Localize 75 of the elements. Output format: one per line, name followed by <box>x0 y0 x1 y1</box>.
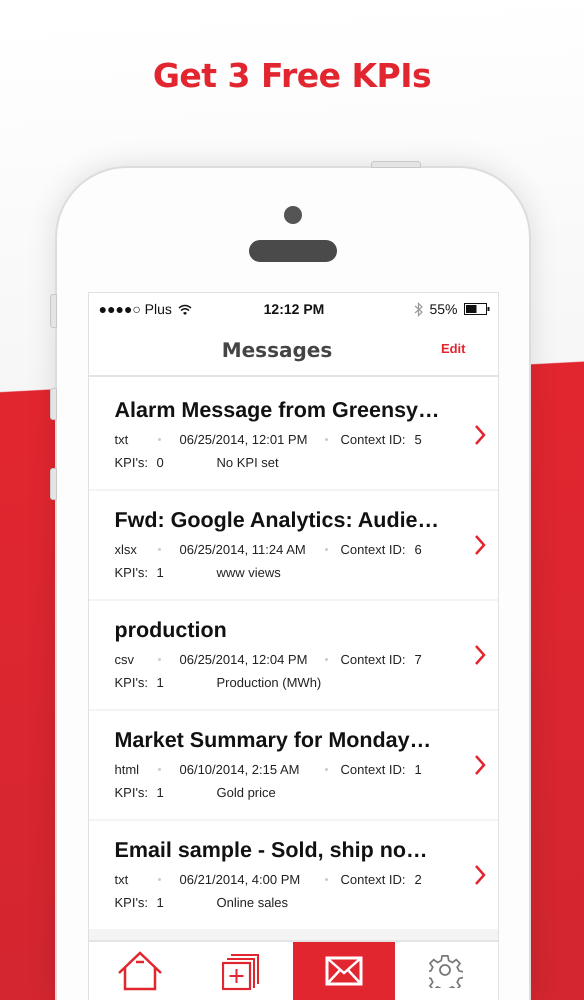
context-id: 7 <box>414 652 423 667</box>
context-id: 5 <box>414 432 423 447</box>
message-title: Market Summary for Monday… <box>114 726 432 752</box>
message-date: 06/25/2014, 11:24 AM <box>180 542 307 557</box>
kpi-label: KPI's: <box>114 785 150 800</box>
battery-percent: 55% <box>429 301 458 317</box>
file-type: html <box>114 762 140 777</box>
kpi-count: 1 <box>156 785 165 800</box>
context-id: 6 <box>414 542 423 557</box>
message-title: Alarm Message from Greensy… <box>114 396 441 422</box>
message-row[interactable]: Alarm Message from Greensy… txt 06/25/2014, 12:01 PM Context ID: 5 KPI's: 0 No KPI set <box>88 381 498 489</box>
context-id: 1 <box>414 762 423 777</box>
headline: Get 3 Free KPIs <box>152 56 432 96</box>
context-label: Context ID: <box>340 652 407 667</box>
file-type: txt <box>114 872 130 887</box>
wifi-icon <box>178 304 192 314</box>
message-date: 06/25/2014, 12:04 PM <box>180 652 308 667</box>
kpi-label: KPI's: <box>114 675 150 690</box>
kpi-name: No KPI set <box>216 455 280 470</box>
settings-icon <box>429 954 464 988</box>
kpi-count: 1 <box>156 895 165 910</box>
chevron-icon <box>474 535 486 555</box>
file-type: txt <box>114 432 130 447</box>
message-row[interactable]: Email sample - Sold, ship no… txt 06/21/2014, 4:00 PM Context ID: 2 KPI's: 1 Online sales <box>88 821 498 929</box>
kpi-name: www views <box>216 565 282 580</box>
message-title: Fwd: Google Analytics: Audie… <box>114 506 440 532</box>
chevron-icon <box>474 865 486 885</box>
context-label: Context ID: <box>340 432 407 447</box>
kpi-name: Online sales <box>216 895 290 910</box>
bluetooth-icon <box>414 302 424 316</box>
kpi-name: Gold price <box>216 785 277 800</box>
file-type: csv <box>114 652 135 667</box>
message-date: 06/10/2014, 2:15 AM <box>180 762 300 777</box>
separator-dot <box>324 658 328 661</box>
chevron-icon <box>474 755 486 775</box>
context-label: Context ID: <box>340 542 407 557</box>
edit-link[interactable]: Edit <box>440 340 466 356</box>
kpi-label: KPI's: <box>114 895 150 910</box>
separator-dot <box>324 878 328 881</box>
context-id: 2 <box>414 872 423 887</box>
message-title: Email sample - Sold, ship no… <box>114 836 428 862</box>
message-row[interactable]: Fwd: Google Analytics: Audie… xlsx 06/25/2014, 11:24 AM Context ID: 6 KPI's: 1 www views <box>88 491 498 599</box>
separator-dot <box>158 768 160 771</box>
context-label: Context ID: <box>340 872 407 887</box>
message-row[interactable]: production csv 06/25/2014, 12:04 PM Context ID: 7 KPI's: 1 Production (MWh) <box>88 601 498 709</box>
status-time: 12:12 PM <box>264 301 324 317</box>
separator-dot <box>324 548 328 551</box>
envelope-icon <box>325 956 364 986</box>
separator-dot <box>324 438 328 441</box>
message-title: production <box>114 616 228 642</box>
chevron-icon <box>474 425 486 445</box>
kpi-name: Production (MWh) <box>216 675 322 690</box>
add-icon <box>222 951 262 991</box>
file-type: xlsx <box>114 542 138 557</box>
battery-icon <box>464 303 490 315</box>
separator-dot <box>158 878 160 881</box>
message-date: 06/25/2014, 12:01 PM <box>180 432 308 447</box>
separator-dot <box>158 438 160 441</box>
kpi-count: 0 <box>156 455 165 470</box>
kpi-label: KPI's: <box>114 455 150 470</box>
chevron-icon <box>474 645 486 665</box>
message-date: 06/21/2014, 4:00 PM <box>180 872 302 887</box>
kpi-count: 1 <box>156 565 165 580</box>
screen-title: Messages <box>222 338 332 362</box>
context-label: Context ID: <box>340 762 407 777</box>
separator-dot <box>324 768 328 771</box>
camera-dot <box>284 206 302 224</box>
tab-button[interactable] <box>293 942 396 1000</box>
carrier-label: ●●●●○ Plus <box>98 301 172 317</box>
kpi-label: KPI's: <box>114 565 150 580</box>
message-row[interactable]: Market Summary for Monday… html 06/10/2014, 2:15 AM Context ID: 1 KPI's: 1 Gold price <box>88 711 498 819</box>
home-icon <box>116 951 163 991</box>
kpi-count: 1 <box>156 675 165 690</box>
separator-dot <box>158 548 160 551</box>
separator-dot <box>158 658 160 661</box>
